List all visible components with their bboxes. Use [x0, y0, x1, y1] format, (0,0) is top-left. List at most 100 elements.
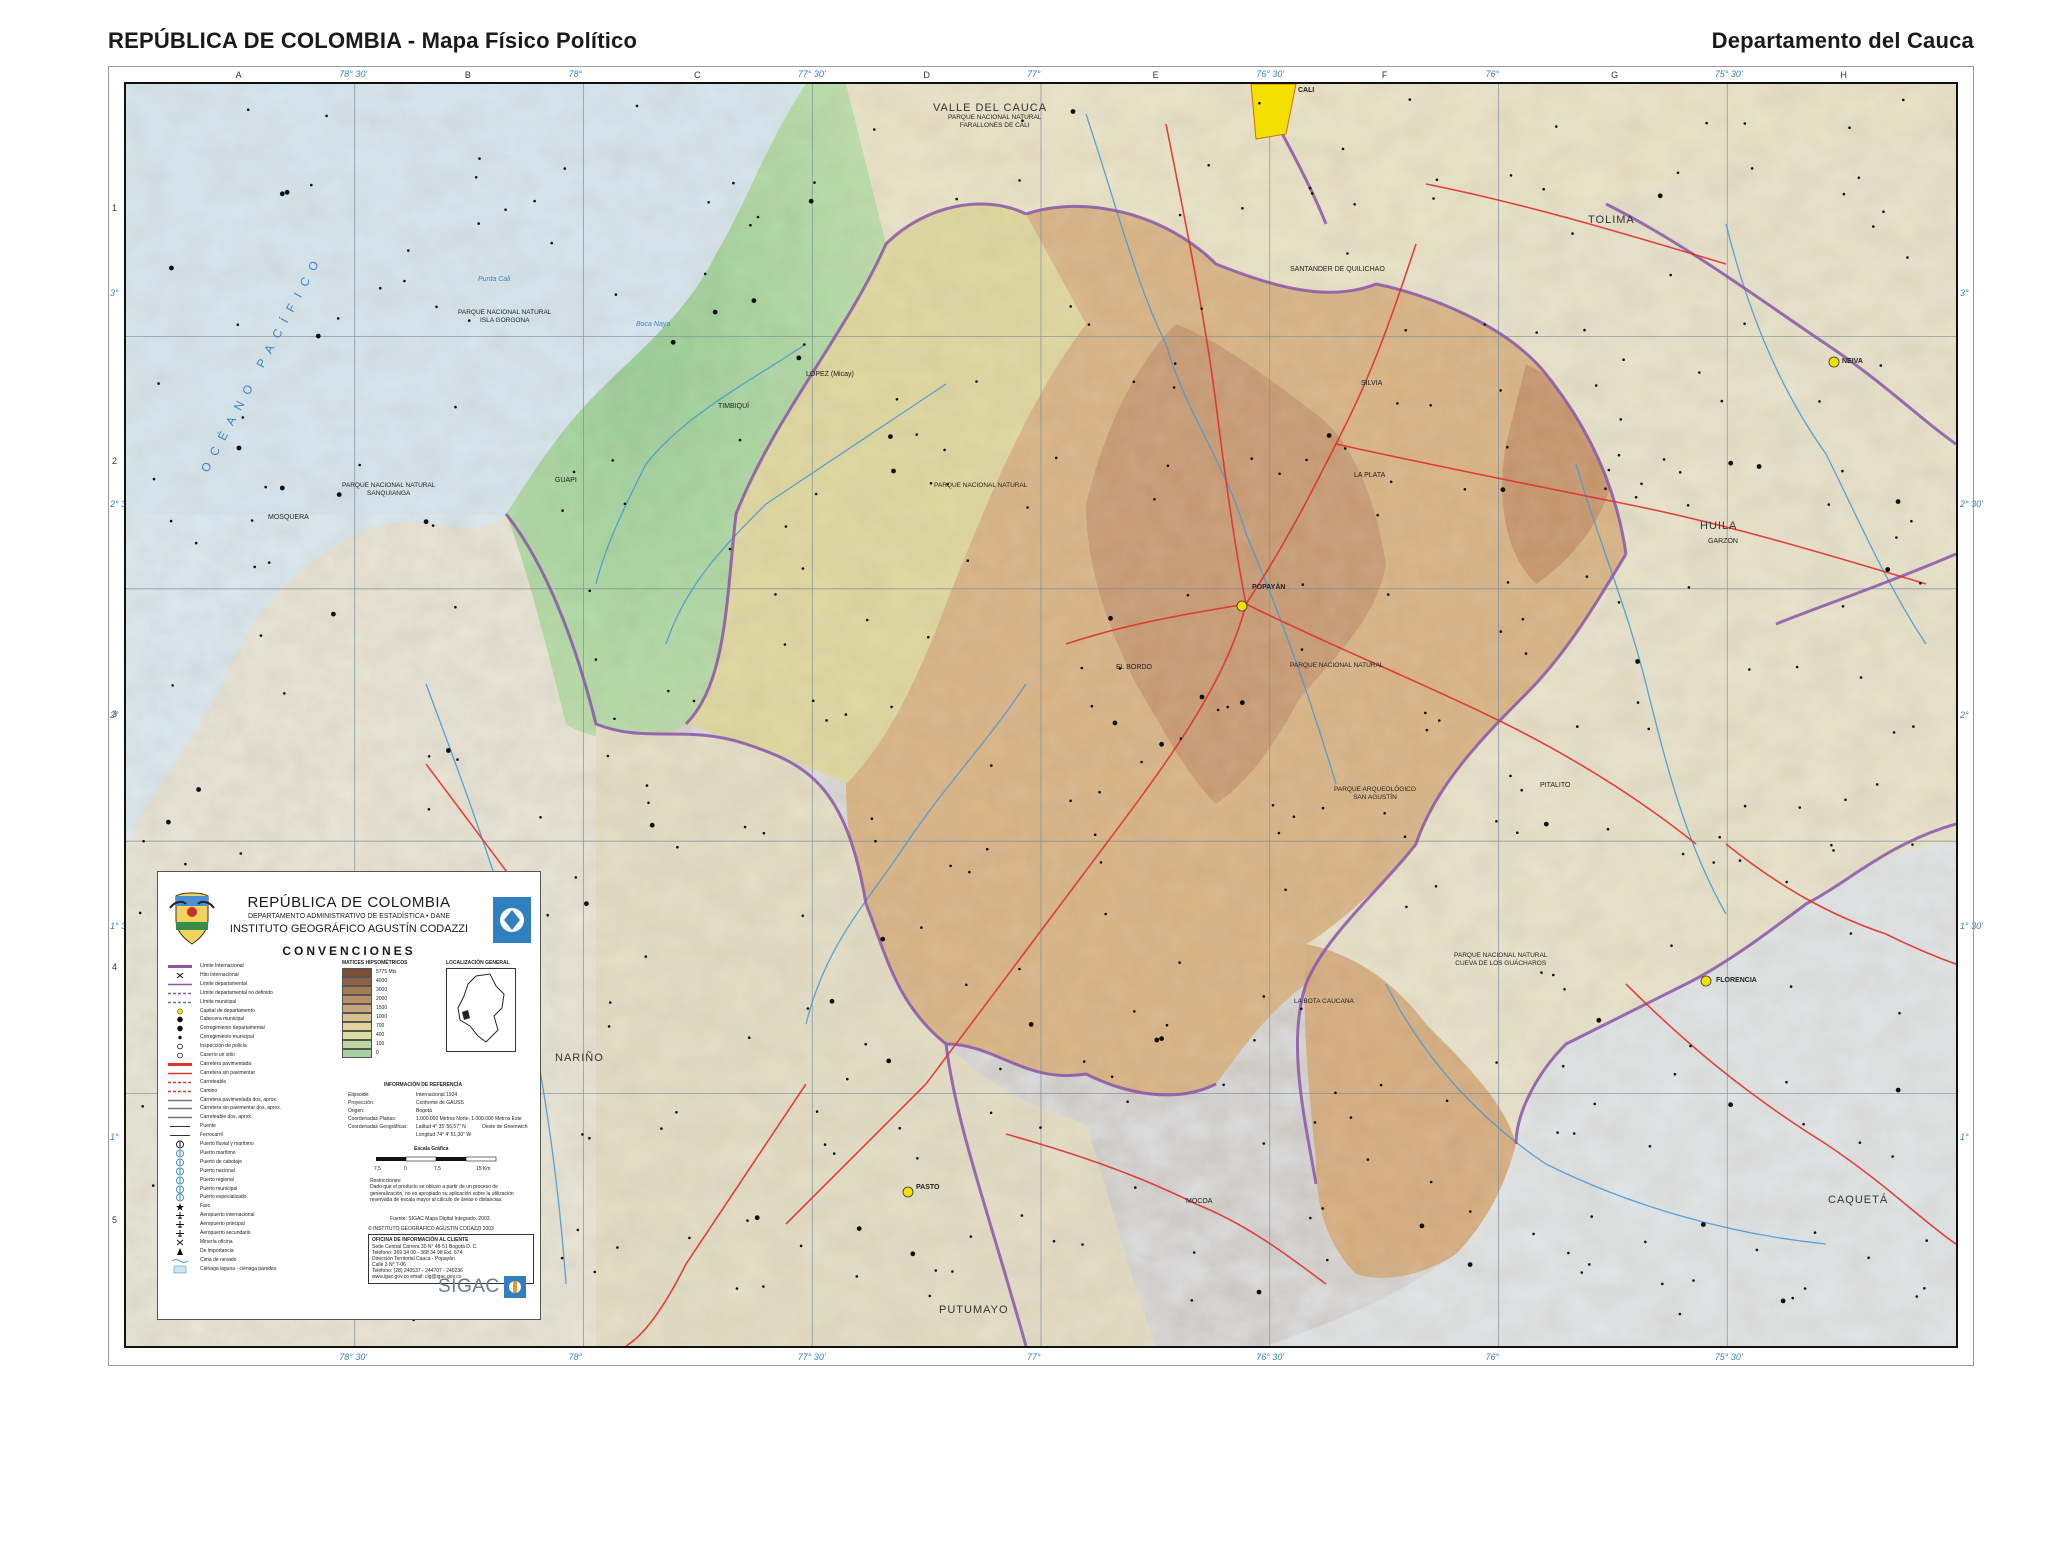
region-putumayo: PUTUMAYO [939, 1304, 1009, 1316]
place-santander[interactable]: SANTANDER DE QUILICHAO [1290, 266, 1385, 273]
town-dot [732, 181, 735, 185]
town-dot [1379, 1083, 1383, 1087]
town-dot [1738, 859, 1742, 862]
town-dot [1419, 1223, 1425, 1229]
town-dot [756, 215, 760, 219]
town-dot [1081, 1243, 1084, 1246]
town-dot [1818, 400, 1821, 403]
legend-item: Cima de nevado [168, 1256, 308, 1265]
town-dot [283, 692, 286, 695]
legend-item: Puerto de cabotaje [168, 1158, 308, 1167]
town-dot [1540, 971, 1543, 974]
place-pasto[interactable]: PASTO [916, 1184, 939, 1191]
town-dot [1661, 1282, 1664, 1286]
town-dot [747, 1036, 751, 1039]
town-dot [1509, 774, 1512, 778]
town-dot [267, 561, 271, 564]
legend-institute: INSTITUTO GEOGRÁFICO AGUSTÍN CODAZZI [229, 923, 469, 935]
town-dot [1606, 827, 1610, 831]
reference-cell: Origen: [348, 1108, 365, 1114]
town-dot [1278, 472, 1281, 476]
town-dot [870, 817, 874, 820]
grid-longitude-label: 78° [568, 69, 583, 79]
place-timbiqui[interactable]: TIMBIQUÍ [718, 403, 749, 410]
place-el-bordo[interactable]: EL BORDO [1116, 664, 1152, 671]
town-dot [614, 293, 618, 296]
hypsometric-swatch [342, 1022, 372, 1031]
title-sub: - Mapa Físico Político [401, 28, 638, 53]
town-dot [928, 1294, 932, 1298]
town-dot [1657, 193, 1663, 199]
hypsometric-level-label: 5775 Mts [376, 969, 397, 975]
town-dot [1098, 790, 1101, 794]
town-dot [1134, 1186, 1137, 1189]
town-dot [1250, 457, 1253, 460]
place-lopez[interactable]: LÓPEZ (Micay) [806, 371, 854, 378]
town-dot [969, 1235, 973, 1238]
scale-tick-label: 15 Km [476, 1166, 491, 1172]
place-mocoa[interactable]: MOCOA [1186, 1198, 1212, 1205]
town-dot [864, 1042, 867, 1046]
place-silvia[interactable]: SILVIA [1361, 380, 1382, 387]
town-dot [649, 822, 655, 828]
town-dot [1226, 705, 1229, 709]
town-dot [1172, 386, 1176, 389]
town-dot [284, 189, 290, 195]
town-dot [796, 355, 802, 361]
legend-item-label: Faro [200, 1203, 211, 1210]
park-guacharos: PARQUE NACIONAL NATURAL CUEVA DE LOS GUÁ… [1454, 952, 1548, 967]
town-dot [1556, 1131, 1559, 1134]
town-dot [951, 1270, 954, 1273]
grid-longitude-label: 78° [568, 1352, 583, 1362]
place-mosquera[interactable]: MOSQUERA [268, 514, 309, 521]
plane-icon [168, 1220, 192, 1229]
town-dot [989, 1111, 993, 1115]
grid-column-label: C [694, 70, 701, 80]
place-florencia[interactable]: FLORENCIA [1716, 977, 1757, 984]
town-dot [660, 1127, 663, 1130]
town-dot [1532, 1232, 1535, 1236]
town-dot [1429, 1180, 1433, 1184]
legend-item-label: Límite municipal [200, 998, 237, 1005]
scale-tick-label: 7,5 [434, 1166, 441, 1172]
town-dot [1524, 652, 1528, 655]
grid-column-label: D [923, 70, 930, 80]
town-dot [1520, 788, 1523, 792]
town-dot [801, 567, 805, 570]
town-dot [1467, 1262, 1473, 1267]
town-dot [1028, 1022, 1034, 1027]
grid-longitude-label: 75° 30' [1714, 1352, 1743, 1362]
place-neiva[interactable]: NEIVA [1842, 358, 1863, 365]
place-cali[interactable]: CALI [1298, 87, 1314, 94]
legend-item-label: Puerto nacional [200, 1167, 235, 1174]
town-dot [1321, 806, 1325, 810]
town-dot [929, 482, 933, 485]
grid-longitude-label: 76° 30' [1256, 69, 1285, 79]
ring-small-icon [168, 1051, 192, 1060]
town-dot [808, 198, 814, 204]
town-dot [1383, 812, 1386, 815]
town-dot [934, 1269, 938, 1272]
legend-item-label: Aeropuerto principal [200, 1221, 245, 1228]
town-dot [1802, 1122, 1805, 1126]
town-dot [635, 104, 639, 108]
legend-item-label: Minería oficina [200, 1238, 233, 1245]
town-dot [891, 468, 896, 474]
place-popayan[interactable]: POPAYÁN [1252, 584, 1285, 591]
scale-bar [376, 1156, 497, 1162]
place-la-plata[interactable]: LA PLATA [1354, 472, 1385, 479]
town-dot [546, 913, 549, 917]
place-garzon[interactable]: GARZÓN [1708, 538, 1738, 545]
town-dot [1159, 741, 1164, 747]
legend-item-label: Inspección de policía [200, 1043, 247, 1050]
town-dot [1712, 861, 1715, 864]
town-dot [898, 1126, 902, 1130]
town-dot [815, 1110, 819, 1113]
town-dot [378, 286, 382, 290]
town-dot [1506, 445, 1509, 449]
town-dot [1039, 1126, 1042, 1129]
place-pitalito[interactable]: PITALITO [1540, 782, 1570, 789]
place-guapi[interactable]: GUAPI [555, 477, 577, 484]
town-dot [1207, 164, 1210, 167]
town-dot [588, 1136, 591, 1140]
